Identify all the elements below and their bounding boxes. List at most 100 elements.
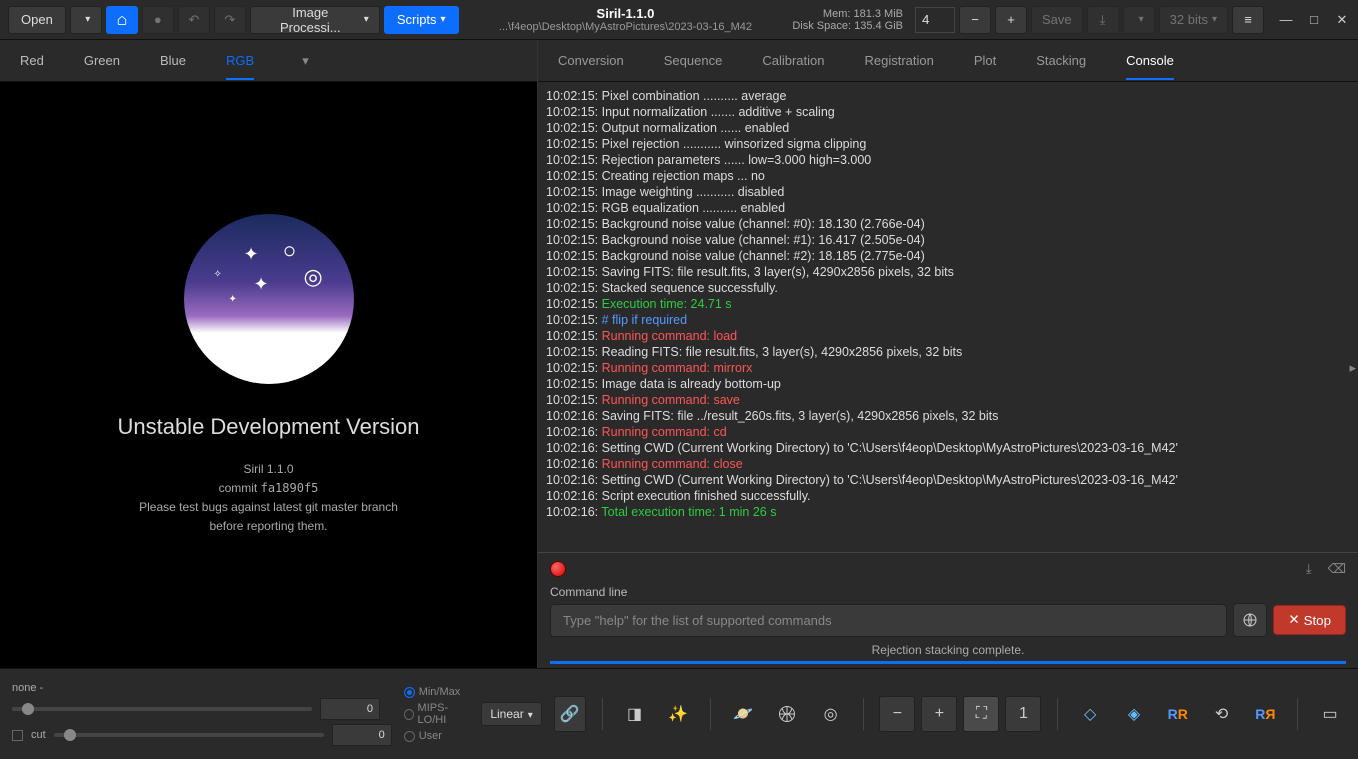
welcome-line-3: Please test bugs against latest git mast… — [139, 498, 398, 517]
preview-area: ✦ ဝ ✧ ✦ ◎ ✦ Unstable Development Version… — [0, 82, 537, 668]
welcome-line-4: before reporting them. — [139, 517, 398, 536]
welcome-info: Siril 1.1.0 commit fa1890f5 Please test … — [139, 460, 398, 537]
zoom-out-button[interactable]: − — [959, 6, 991, 34]
zoom-out-tool[interactable]: − — [879, 696, 915, 732]
radio-mips[interactable] — [404, 709, 414, 720]
tab-console[interactable]: Console — [1126, 53, 1174, 80]
expand-panel-chevron[interactable]: ▸ — [1349, 360, 1356, 376]
clear-log-icon[interactable]: ⌫ — [1328, 561, 1346, 577]
astrometry-button[interactable]: 🪐 — [727, 696, 759, 732]
undo-button[interactable]: ↶ — [178, 6, 210, 34]
window-title-block: Siril-1.1.0 ...\f4eop\Desktop\MyAstroPic… — [463, 6, 789, 33]
divider — [1057, 698, 1058, 730]
tab-green[interactable]: Green — [84, 53, 120, 68]
cut-checkbox[interactable] — [12, 730, 23, 741]
target-button[interactable]: ◎ — [815, 696, 847, 732]
low-value-input[interactable] — [320, 698, 380, 720]
radio-minmax[interactable] — [404, 687, 415, 698]
channel-tabs: Red Green Blue RGB ▾ — [0, 40, 537, 82]
tab-blue[interactable]: Blue — [160, 53, 186, 68]
right-panel: Conversion Sequence Calibration Registra… — [538, 40, 1358, 668]
redo-button[interactable]: ↷ — [214, 6, 246, 34]
bit-depth-dropdown[interactable]: 32 bits — [1159, 6, 1228, 34]
zoom-tools: − + ⛶ 1 — [879, 696, 1041, 732]
rotate-r-tool[interactable]: RR — [1162, 696, 1194, 732]
memory-label: Mem: 181.3 MiB — [792, 8, 903, 20]
close-button[interactable]: ✕ — [1334, 12, 1350, 28]
divider — [602, 698, 603, 730]
export-button[interactable]: ⤓ — [1087, 6, 1119, 34]
siril-logo: ✦ ဝ ✧ ✦ ◎ ✦ — [184, 214, 354, 384]
low-slider[interactable] — [12, 707, 312, 711]
app-title: Siril-1.1.0 — [463, 6, 789, 21]
tab-conversion[interactable]: Conversion — [558, 53, 624, 68]
commit-line: commit fa1890f5 — [139, 479, 398, 498]
zoom-in-tool[interactable]: + — [921, 696, 957, 732]
mirror-x-tool[interactable]: ◇ — [1074, 696, 1106, 732]
progress-bar — [550, 661, 1346, 664]
zoom-in-button[interactable]: + — [995, 6, 1027, 34]
home-button[interactable] — [106, 6, 138, 34]
home-icon — [117, 12, 127, 28]
tab-plot[interactable]: Plot — [974, 53, 996, 68]
command-input[interactable] — [550, 604, 1227, 637]
record-button[interactable]: ● — [142, 6, 174, 34]
stop-script-button[interactable]: ✕Stop — [1273, 605, 1346, 635]
save-button[interactable]: Save — [1031, 6, 1083, 34]
maximize-button[interactable]: □ — [1306, 12, 1322, 28]
open-button[interactable]: Open — [8, 6, 66, 34]
scripts-dropdown[interactable]: Scripts — [384, 6, 459, 34]
radio-user[interactable] — [404, 731, 415, 742]
display-mode-radios: Min/Max MIPS-LO/HI User — [404, 686, 470, 742]
tab-dropdown-chevron[interactable]: ▾ — [302, 53, 309, 69]
divider — [710, 698, 711, 730]
zoom-one-tool[interactable]: 1 — [1005, 696, 1041, 732]
status-message: Rejection stacking complete. — [550, 643, 1346, 657]
hamburger-menu-button[interactable]: ≡ — [1232, 6, 1264, 34]
snapshot-button[interactable] — [1123, 6, 1155, 34]
tab-stacking[interactable]: Stacking — [1036, 53, 1086, 68]
language-button[interactable] — [1233, 603, 1267, 637]
camera-icon — [1134, 13, 1135, 27]
command-line-label: Command line — [550, 585, 1346, 599]
globe-icon — [1242, 612, 1258, 628]
bottom-toolbar: none - cut Min/Max MIPS-LO/HI User Linea… — [0, 668, 1358, 759]
layers-tool[interactable]: ▭ — [1314, 696, 1346, 732]
zoom-value-input[interactable] — [915, 7, 955, 33]
rotate-tool[interactable]: ⟲ — [1206, 696, 1238, 732]
tab-rgb[interactable]: RGB — [226, 53, 254, 80]
high-value-input[interactable] — [332, 724, 392, 746]
invert-button[interactable]: ◨ — [619, 696, 651, 732]
console-output[interactable]: 10:02:15: Pixel combination .......... a… — [538, 82, 1358, 552]
export-log-icon[interactable]: ⤓ — [1306, 561, 1312, 577]
mirror-y-tool[interactable]: ◈ — [1118, 696, 1150, 732]
chain-link-button[interactable]: 🔗 — [554, 696, 586, 732]
version-line: Siril 1.1.0 — [139, 460, 398, 479]
tab-registration[interactable]: Registration — [864, 53, 933, 68]
none-label: none - — [12, 682, 392, 694]
cancel-icon: ✕ — [1288, 612, 1299, 628]
mips-label: MIPS-LO/HI — [418, 702, 470, 726]
cut-label: cut — [31, 729, 46, 741]
tab-red[interactable]: Red — [20, 53, 44, 68]
main-toolbar: Open ● ↶ ↷ Image Processi... Scripts Sir… — [0, 0, 1358, 40]
image-processing-dropdown[interactable]: Image Processi... — [250, 6, 380, 34]
preview-panel: Red Green Blue RGB ▾ ✦ ဝ ✧ ✦ ◎ ✦ Unstabl… — [0, 40, 538, 668]
tab-calibration[interactable]: Calibration — [762, 53, 824, 68]
open-recent-dropdown[interactable] — [70, 6, 102, 34]
rotate-rr-tool[interactable]: RЯ — [1249, 696, 1281, 732]
globe-grid-icon — [777, 704, 797, 724]
tab-sequence[interactable]: Sequence — [664, 53, 723, 68]
wcs-grid-button[interactable] — [771, 696, 803, 732]
star-detection-button[interactable]: ✨ — [662, 696, 694, 732]
high-slider[interactable] — [54, 733, 324, 737]
welcome-title: Unstable Development Version — [117, 414, 419, 440]
main-area: Red Green Blue RGB ▾ ✦ ဝ ✧ ✦ ◎ ✦ Unstabl… — [0, 40, 1358, 668]
system-info: Mem: 181.3 MiB Disk Space: 135.4 GiB — [792, 8, 903, 32]
command-section: ⤓ ⌫ Command line ✕Stop Rejection stackin… — [538, 552, 1358, 668]
stretch-mode-dropdown[interactable]: Linear — [481, 702, 541, 726]
right-panel-tabs: Conversion Sequence Calibration Registra… — [538, 40, 1358, 82]
zoom-fit-tool[interactable]: ⛶ — [963, 696, 999, 732]
minimize-button[interactable]: — — [1278, 12, 1294, 28]
display-range-section: none - cut — [12, 682, 392, 746]
